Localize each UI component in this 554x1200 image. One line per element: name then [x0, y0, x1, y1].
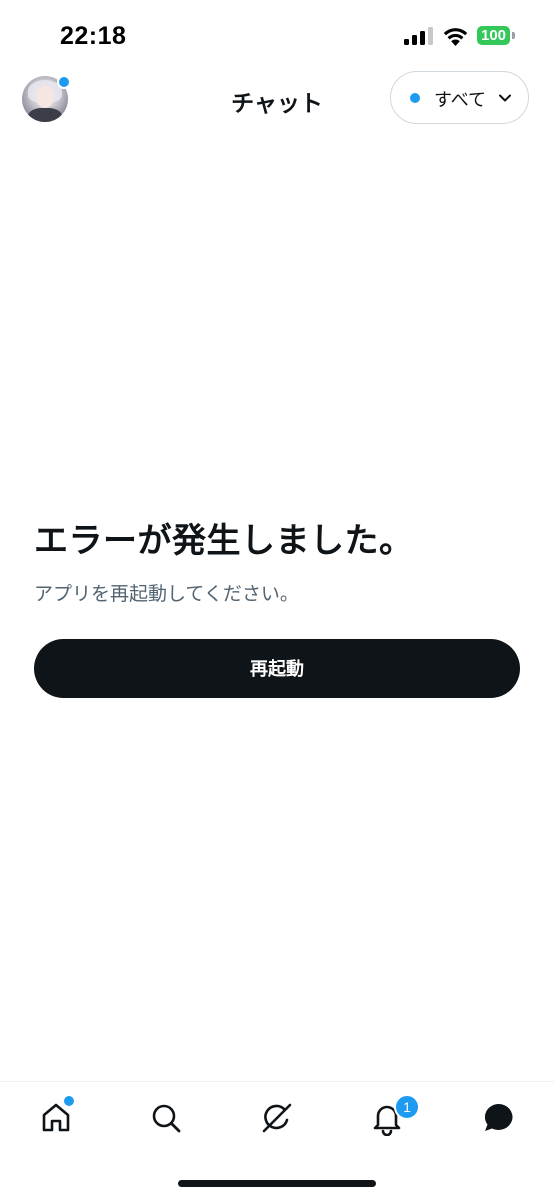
status-bar: 22:18 100 — [0, 0, 554, 70]
wifi-icon — [443, 28, 468, 46]
error-title: エラーが発生しました。 — [34, 521, 414, 561]
error-subtitle: アプリを再起動してください。 — [34, 583, 299, 605]
search-icon — [152, 1104, 181, 1133]
tab-chat[interactable] — [480, 1100, 516, 1136]
home-notification-dot — [62, 1094, 76, 1108]
home-indicator — [178, 1180, 376, 1187]
cellular-signal-icon — [404, 27, 433, 45]
tab-grok[interactable] — [259, 1100, 295, 1136]
filter-dropdown[interactable]: すべて — [390, 71, 529, 124]
battery-cap — [512, 32, 515, 39]
grok-icon — [262, 1103, 292, 1133]
filter-status-dot — [410, 93, 420, 103]
chevron-down-icon — [499, 94, 511, 102]
battery-icon: 100 — [477, 26, 510, 45]
status-time: 22:18 — [60, 22, 127, 50]
tab-search[interactable] — [148, 1100, 184, 1136]
chat-bubble-icon — [484, 1103, 513, 1131]
filter-label: すべて — [434, 90, 487, 111]
notification-count-badge: 1 — [394, 1094, 420, 1120]
restart-button[interactable]: 再起動 — [34, 639, 520, 698]
